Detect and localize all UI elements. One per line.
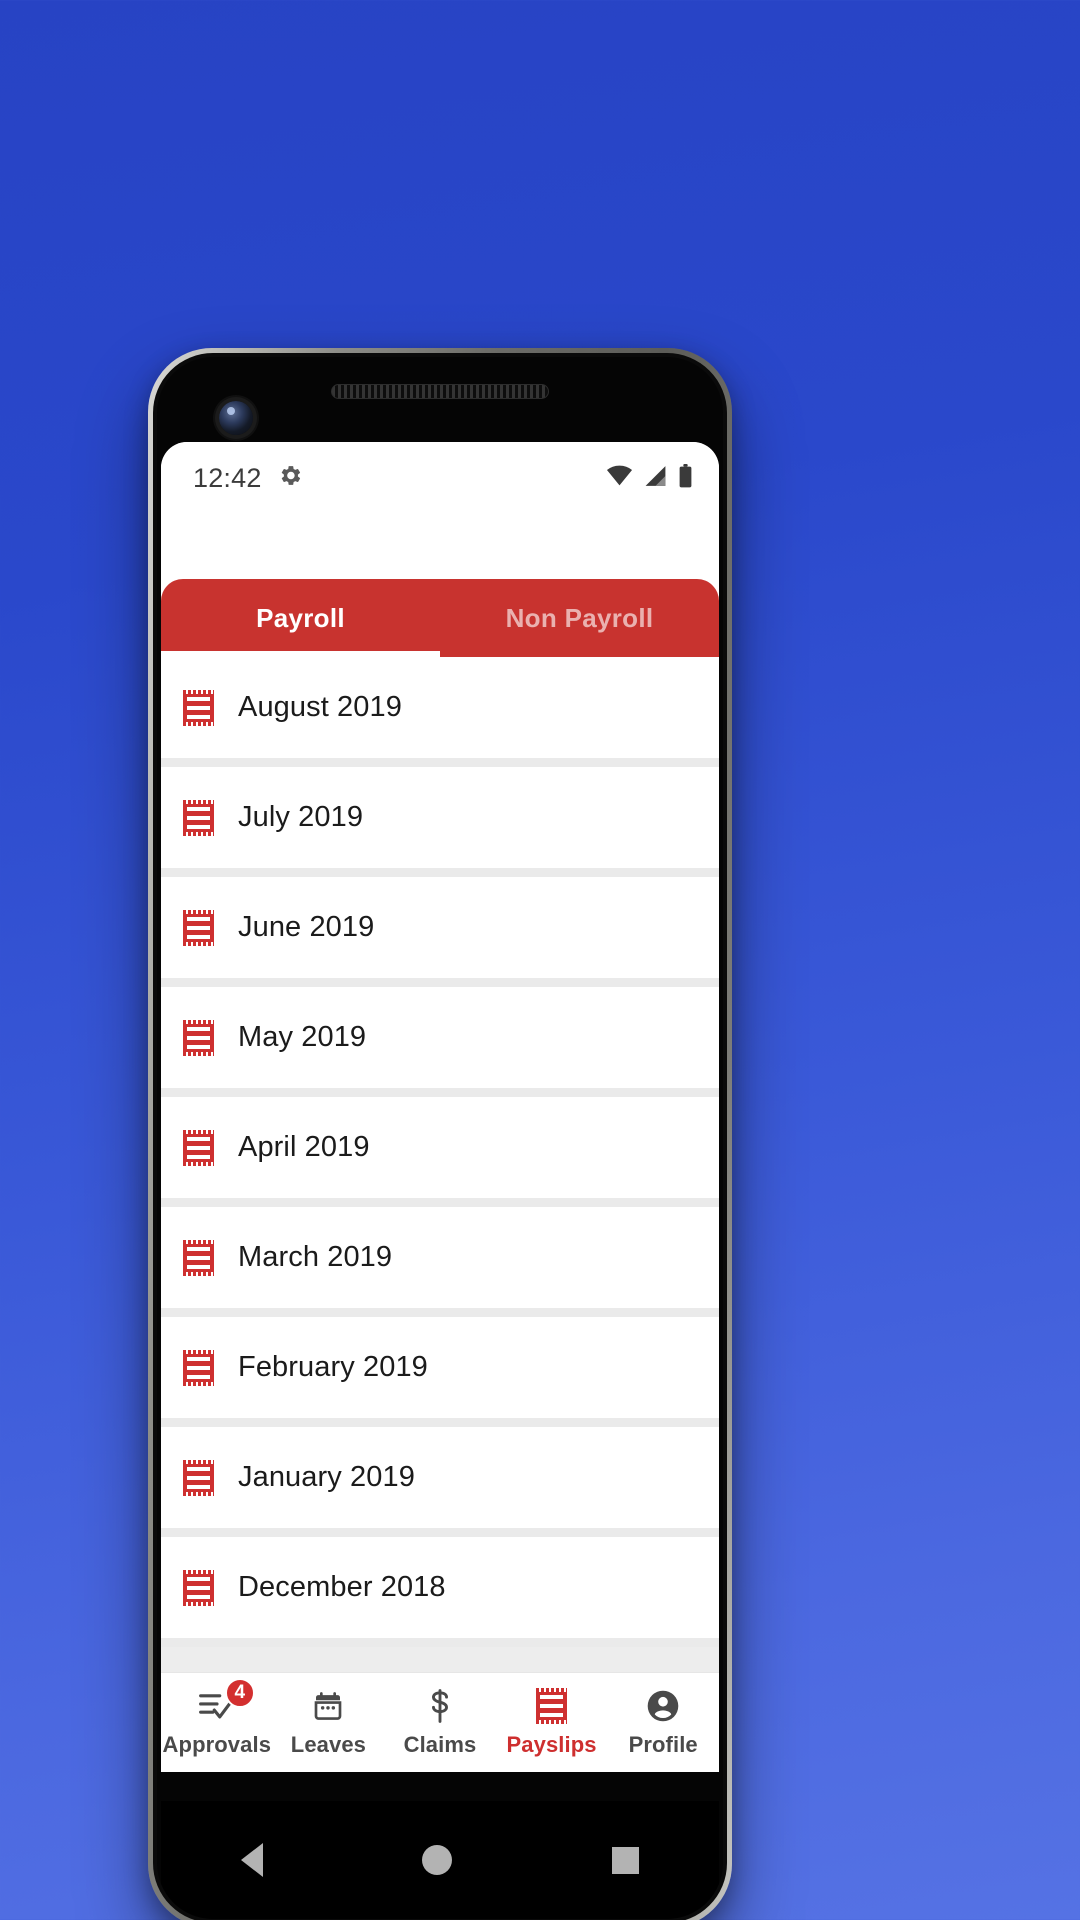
status-bar-left: 12:42	[193, 463, 303, 494]
list-item-label: March 2019	[238, 1241, 393, 1273]
nav-label-leaves: Leaves	[290, 1732, 366, 1757]
list-separator	[161, 1198, 719, 1207]
list-separator	[161, 758, 719, 767]
nav-label-approvals: Approvals	[162, 1732, 272, 1757]
nav-label-profile: Profile	[628, 1732, 698, 1757]
list-item[interactable]: December 2018	[161, 1537, 719, 1638]
checklist-icon: 4	[198, 1678, 255, 1725]
list-separator	[161, 1088, 719, 1097]
bottom-navigation-bar: 4 Approvals Leaves Claims Payslips Profi…	[161, 1672, 719, 1772]
tab-payroll[interactable]: Payroll	[161, 579, 440, 657]
list-item-label: January 2019	[238, 1461, 415, 1493]
receipt-icon	[183, 1569, 214, 1606]
receipt-icon	[183, 1349, 214, 1386]
list-separator	[161, 978, 719, 987]
android-system-navigation-bar	[161, 1801, 719, 1919]
list-item-label: April 2019	[238, 1131, 370, 1163]
list-separator	[161, 1308, 719, 1317]
earpiece-speaker-grille	[331, 384, 549, 399]
list-item[interactable]: August 2019	[161, 657, 719, 758]
nav-label-payslips: Payslips	[506, 1732, 597, 1757]
list-item-label: June 2019	[238, 911, 375, 943]
calendar-icon	[312, 1687, 344, 1725]
list-separator	[161, 1528, 719, 1537]
list-item[interactable]: February 2019	[161, 1317, 719, 1418]
wifi-icon	[606, 465, 633, 492]
list-item[interactable]: April 2019	[161, 1097, 719, 1198]
dollar-icon	[426, 1687, 454, 1725]
receipt-icon	[536, 1687, 568, 1725]
status-bar-right	[606, 463, 693, 493]
receipt-icon	[183, 1239, 214, 1276]
list-separator	[161, 1418, 719, 1427]
list-item[interactable]: January 2019	[161, 1427, 719, 1528]
list-separator	[161, 868, 719, 877]
nav-item-payslips[interactable]: Payslips	[496, 1673, 608, 1772]
approvals-badge: 4	[224, 1678, 255, 1708]
tab-non-payroll[interactable]: Non Payroll	[440, 579, 719, 657]
status-bar: 12:42	[161, 442, 719, 514]
list-separator	[161, 1638, 719, 1647]
receipt-icon	[183, 1129, 214, 1166]
receipt-icon	[183, 799, 214, 836]
list-item[interactable]: March 2019	[161, 1207, 719, 1308]
list-item[interactable]: June 2019	[161, 877, 719, 978]
list-item[interactable]: May 2019	[161, 987, 719, 1088]
receipt-icon	[183, 909, 214, 946]
phone-device-frame: 12:42 Payroll Non Payroll August 2019 Ju…	[148, 348, 732, 1920]
nav-item-profile[interactable]: Profile	[607, 1673, 719, 1772]
app-bar-empty-area	[161, 514, 719, 579]
front-camera	[219, 401, 253, 435]
home-circle-icon[interactable]	[422, 1845, 453, 1875]
list-item-label: July 2019	[238, 801, 364, 833]
nav-label-claims: Claims	[403, 1732, 477, 1757]
recents-square-icon[interactable]	[612, 1846, 640, 1874]
list-item-label: February 2019	[238, 1351, 428, 1383]
phone-inner-frame: 12:42 Payroll Non Payroll August 2019 Ju…	[153, 353, 727, 1920]
battery-icon	[678, 463, 693, 493]
receipt-icon	[183, 1459, 214, 1496]
payslip-tab-bar: Payroll Non Payroll	[161, 579, 719, 657]
nav-item-approvals[interactable]: 4 Approvals	[161, 1673, 273, 1772]
phone-bezel: 12:42 Payroll Non Payroll August 2019 Ju…	[157, 357, 723, 1919]
receipt-icon	[183, 1019, 214, 1056]
payslip-list[interactable]: August 2019 July 2019 June 2019 May 2019…	[161, 657, 719, 1672]
nav-item-claims[interactable]: Claims	[384, 1673, 496, 1772]
settings-gear-icon	[278, 463, 303, 493]
back-triangle-icon[interactable]	[240, 1843, 263, 1877]
tab-active-indicator	[161, 651, 440, 657]
status-bar-clock: 12:42	[193, 462, 262, 493]
list-item-label: August 2019	[238, 691, 402, 723]
cellular-signal-icon	[643, 465, 668, 492]
person-circle-icon	[646, 1687, 680, 1725]
receipt-icon	[183, 689, 214, 726]
list-item-label: December 2018	[238, 1571, 446, 1603]
phone-screen: 12:42 Payroll Non Payroll August 2019 Ju…	[161, 442, 719, 1772]
list-item[interactable]: July 2019	[161, 767, 719, 868]
list-item-label: May 2019	[238, 1021, 367, 1053]
nav-item-leaves[interactable]: Leaves	[273, 1673, 385, 1772]
